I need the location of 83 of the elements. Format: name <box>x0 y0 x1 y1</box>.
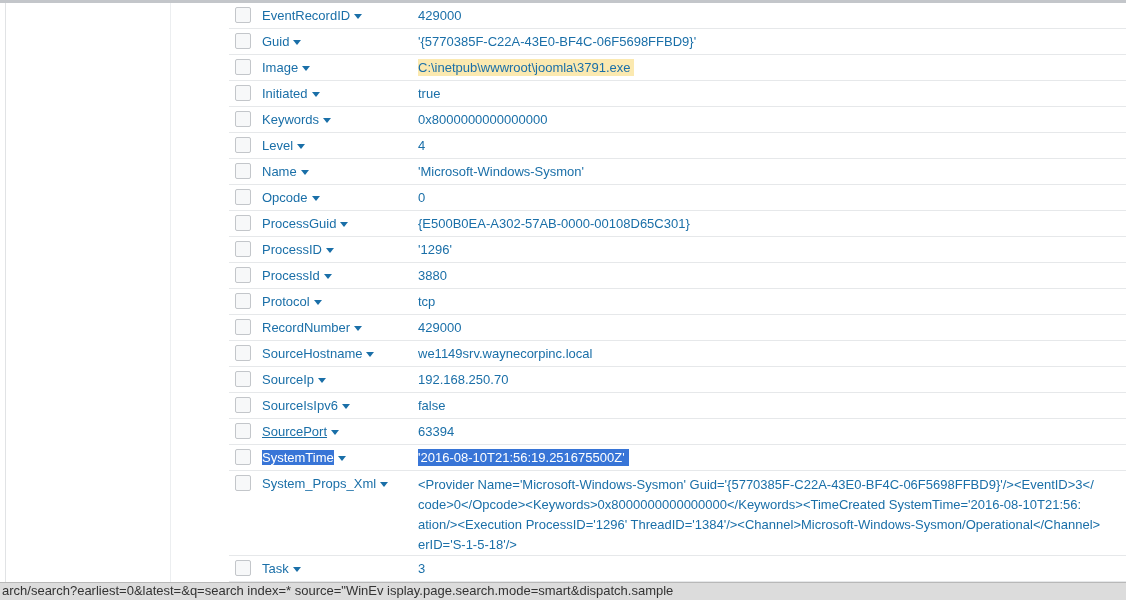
checkbox[interactable] <box>235 7 251 23</box>
field-name-link[interactable]: Name <box>262 164 309 179</box>
caret-icon <box>325 248 334 254</box>
field-name-link[interactable]: SourceIsIpv6 <box>262 398 350 413</box>
caret-icon <box>340 222 349 228</box>
field-value: '2016-08-10T21:56:19.251675500Z' <box>418 449 629 466</box>
caret-icon <box>354 326 363 332</box>
checkbox[interactable] <box>235 215 251 231</box>
checkbox[interactable] <box>235 241 251 257</box>
checkbox[interactable] <box>235 267 251 283</box>
checkbox[interactable] <box>235 189 251 205</box>
field-name-link[interactable]: System_Props_Xml <box>262 476 389 491</box>
caret-icon <box>292 567 301 573</box>
field-value: 429000 <box>418 7 463 24</box>
caret-icon <box>331 430 340 436</box>
field-name-link[interactable]: Level <box>262 138 306 153</box>
checkbox[interactable] <box>235 293 251 309</box>
field-value: 4 <box>418 137 427 154</box>
checkbox[interactable] <box>235 59 251 75</box>
field-value: 0 <box>418 189 427 206</box>
field-name-link[interactable]: ProcessGuid <box>262 216 349 231</box>
field-name-link[interactable]: Guid <box>262 34 302 49</box>
field-value: '{5770385F-C22A-43E0-BF4C-06F5698FFBD9}' <box>418 33 698 50</box>
checkbox[interactable] <box>235 319 251 335</box>
field-value: 192.168.250.70 <box>418 371 510 388</box>
field-value: 3880 <box>418 267 448 284</box>
checkbox[interactable] <box>235 449 251 465</box>
field-value: true <box>418 85 442 102</box>
caret-icon <box>380 482 389 488</box>
checkbox[interactable] <box>235 137 251 153</box>
caret-icon <box>311 196 320 202</box>
field-value: false <box>418 397 447 414</box>
status-url: arch/search?earliest=0&latest=&q=search index=* source="WinEv isplay.page.search.mode=smart&dispatch.sample <box>2 583 674 598</box>
field-value: 0x8000000000000000 <box>418 111 549 128</box>
checkbox[interactable] <box>235 475 251 491</box>
checkbox[interactable] <box>235 423 251 439</box>
field-value: C:\inetpub\wwwroot\joomla\3791.exe <box>418 59 635 76</box>
field-name-link[interactable]: SourceIp <box>262 372 327 387</box>
caret-icon <box>293 40 302 46</box>
checkbox[interactable] <box>235 85 251 101</box>
field-value: '1296' <box>418 241 453 258</box>
field-value: {E500B0EA-A302-57AB-0000-00108D65C301} <box>418 215 691 232</box>
caret-icon <box>318 378 327 384</box>
field-value: 'Microsoft-Windows-Sysmon' <box>418 163 586 180</box>
field-value: 429000 <box>418 319 463 336</box>
checkbox[interactable] <box>235 111 251 127</box>
field-value: tcp <box>418 293 437 310</box>
field-value: ation/><Execution ProcessID='1296' ThreadID='1384'/><Channel>Microsoft-Windows-Sysmon/Operational</Channel> <box>418 517 1101 532</box>
field-name-link[interactable]: Initiated <box>262 86 320 101</box>
field-name-link[interactable]: Keywords <box>262 112 332 127</box>
field-value: erID='S-1-5-18'/> <box>418 537 517 552</box>
checkbox[interactable] <box>235 163 251 179</box>
caret-icon <box>323 274 332 280</box>
field-name-link[interactable]: ProcessId <box>262 268 332 283</box>
field-name-link[interactable]: Opcode <box>262 190 320 205</box>
field-name-link[interactable]: Image <box>262 60 311 75</box>
checkbox[interactable] <box>235 560 251 576</box>
checkbox[interactable] <box>235 397 251 413</box>
caret-icon <box>302 66 311 72</box>
field-value: code>0</Opcode><Keywords>0x8000000000000000</Keywords><TimeCreated SystemTime='2016-08-10T21:56: <box>418 497 1082 512</box>
caret-icon <box>354 14 363 20</box>
field-value: 3 <box>418 560 427 577</box>
caret-icon <box>337 456 346 462</box>
caret-icon <box>311 92 320 98</box>
field-value: we1149srv.waynecorpinc.local <box>418 345 594 362</box>
caret-icon <box>300 170 309 176</box>
caret-icon <box>323 118 332 124</box>
field-name-link[interactable]: ProcessID <box>262 242 334 257</box>
field-name-link[interactable]: SourceHostname <box>262 346 375 361</box>
field-name-link[interactable]: SourcePort <box>262 424 340 439</box>
caret-icon <box>366 352 375 358</box>
checkbox[interactable] <box>235 371 251 387</box>
field-name-link[interactable]: EventRecordID <box>262 8 363 23</box>
field-name-link[interactable]: Protocol <box>262 294 322 309</box>
caret-icon <box>341 404 350 410</box>
field-name-link[interactable]: Task <box>262 561 301 576</box>
caret-icon <box>297 144 306 150</box>
field-value: 63394 <box>418 423 456 440</box>
field-name-link[interactable]: RecordNumber <box>262 320 363 335</box>
field-value: <Provider Name='Microsoft-Windows-Sysmon' Guid='{5770385F-C22A-43E0-BF4C-06F5698FFBD9}'/><EventID>3</ <box>418 477 1094 492</box>
checkbox[interactable] <box>235 345 251 361</box>
checkbox[interactable] <box>235 33 251 49</box>
caret-icon <box>313 300 322 306</box>
